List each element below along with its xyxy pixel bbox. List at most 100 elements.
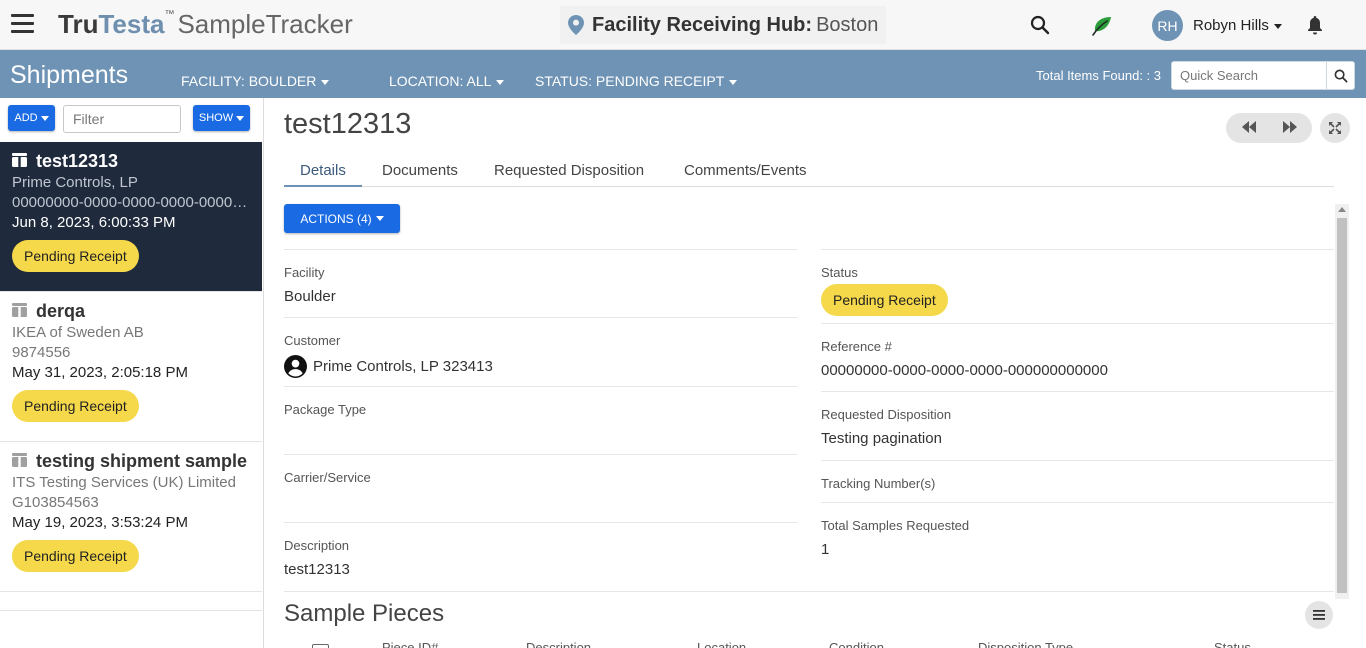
list-menu-icon: [1313, 610, 1325, 620]
list-item[interactable]: test12313 Prime Controls, LP 00000000-00…: [0, 142, 262, 292]
actions-button[interactable]: ACTIONS (4): [284, 204, 400, 233]
column-header-location[interactable]: Location: [697, 640, 746, 648]
location-filter-dropdown[interactable]: LOCATION: ALL: [389, 73, 505, 89]
shipment-date: Jun 8, 2023, 6:00:33 PM: [12, 214, 176, 231]
field-total-samples: Total Samples Requested 1: [821, 502, 1334, 590]
chevron-down-icon: [729, 79, 738, 85]
scroll-up-icon[interactable]: [1338, 207, 1346, 212]
shipment-date: May 19, 2023, 3:53:24 PM: [12, 514, 188, 531]
field-label: Carrier/Service: [284, 470, 371, 485]
top-bar: TruTesta™ SampleTracker Facility Receivin…: [0, 0, 1366, 50]
location-pin-icon: [568, 15, 584, 35]
shipment-title: test12313: [284, 108, 412, 140]
quick-search-button[interactable]: [1326, 61, 1355, 90]
column-header-status[interactable]: Status: [1214, 640, 1251, 648]
field-value: Boulder: [284, 288, 336, 305]
field-label: Reference #: [821, 339, 892, 354]
sample-pieces-menu-button[interactable]: [1305, 601, 1333, 629]
field-label: Tracking Number(s): [821, 476, 936, 491]
field-carrier-service: Carrier/Service: [284, 454, 797, 522]
fast-forward-icon[interactable]: [1282, 120, 1298, 134]
tab-comments-events[interactable]: Comments/Events: [684, 162, 807, 185]
facility-filter-dropdown[interactable]: FACILITY: BOULDER: [181, 73, 330, 89]
chevron-down-icon: [236, 115, 245, 121]
field-label: Customer: [284, 333, 341, 348]
bell-icon[interactable]: [1307, 15, 1323, 35]
package-icon: [12, 303, 27, 317]
leaf-icon[interactable]: [1091, 15, 1113, 37]
field-value: Prime Controls, LP 323413: [313, 358, 493, 375]
status-badge: Pending Receipt: [12, 240, 139, 272]
select-all-checkbox[interactable]: [312, 644, 329, 648]
tab-requested-disposition[interactable]: Requested Disposition: [494, 162, 644, 185]
add-button[interactable]: ADD: [8, 105, 55, 131]
field-tracking-numbers: Tracking Number(s): [821, 460, 1334, 502]
detail-scrollbar[interactable]: [1335, 204, 1349, 599]
field-description: Description test12313: [284, 522, 797, 590]
facility-filter-label: FACILITY: BOULDER: [181, 73, 317, 89]
user-menu[interactable]: Robyn Hills: [1193, 17, 1282, 34]
shipment-name: test12313: [36, 151, 119, 171]
rewind-icon[interactable]: [1241, 120, 1257, 134]
field-facility: Facility Boulder: [284, 249, 797, 317]
field-label: Facility: [284, 265, 325, 280]
menu-icon[interactable]: [11, 14, 34, 34]
tab-documents[interactable]: Documents: [382, 162, 458, 185]
logo-testa: Testa: [98, 9, 165, 39]
tab-details[interactable]: Details: [284, 162, 362, 187]
status-filter-dropdown[interactable]: STATUS: PENDING RECEIPT: [535, 73, 738, 89]
show-button[interactable]: SHOW: [193, 105, 250, 131]
field-label: Total Samples Requested: [821, 518, 970, 533]
chevron-down-icon: [1273, 23, 1282, 29]
field-customer: Customer Prime Controls, LP 323413: [284, 317, 797, 386]
status-badge: Pending Receipt: [12, 390, 139, 422]
actions-button-label: ACTIONS (4): [300, 211, 372, 226]
add-button-label: ADD: [14, 112, 38, 124]
field-label: Status: [821, 265, 858, 280]
logo-app-name: SampleTracker: [177, 9, 353, 39]
field-reference: Reference # 00000000-0000-0000-0000-0000…: [821, 323, 1334, 391]
field-label: Requested Disposition: [821, 407, 952, 422]
field-value: test12313: [284, 561, 350, 578]
search-icon[interactable]: [1030, 15, 1050, 35]
filter-input[interactable]: [63, 105, 181, 133]
quick-search-input[interactable]: [1171, 61, 1327, 90]
field-requested-disposition: Requested Disposition Testing pagination: [821, 391, 1334, 460]
shipment-date: May 31, 2023, 2:05:18 PM: [12, 364, 188, 381]
column-header-disposition-type[interactable]: Disposition Type: [978, 640, 1073, 648]
shipment-customer: IKEA of Sweden AB: [12, 324, 144, 341]
hub-label: Facility Receiving Hub:: [592, 13, 813, 36]
shipment-reference: 9874556: [12, 344, 71, 361]
page-title: Shipments: [10, 61, 129, 89]
column-header-description[interactable]: Description: [526, 640, 591, 648]
shipment-list-panel: ADD SHOW test12313 Prime Controls, LP 00…: [0, 98, 264, 648]
scrollbar-thumb[interactable]: [1337, 218, 1347, 593]
expand-button[interactable]: [1320, 113, 1350, 143]
app-logo[interactable]: TruTesta™ SampleTracker: [58, 9, 353, 40]
divider: [284, 591, 1334, 592]
status-filter-label: STATUS: PENDING RECEIPT: [535, 73, 725, 89]
column-header-condition[interactable]: Condition: [829, 640, 884, 648]
list-item[interactable]: derqa IKEA of Sweden AB 9874556 May 31, …: [0, 292, 262, 442]
chevron-down-icon: [496, 79, 505, 85]
list-divider: [0, 610, 262, 611]
expand-icon: [1329, 122, 1341, 134]
list-item[interactable]: testing shipment sample ITS Testing Serv…: [0, 442, 262, 592]
hub-city: Boston: [816, 13, 879, 36]
package-icon: [12, 153, 27, 167]
field-value: 00000000-0000-0000-0000-000000000000: [821, 362, 1108, 379]
field-package-type: Package Type: [284, 386, 797, 454]
column-header-piece-id[interactable]: Piece ID#: [382, 640, 438, 648]
total-items-count: Total Items Found: : 3: [1036, 68, 1162, 83]
avatar[interactable]: RH: [1152, 10, 1183, 41]
customer-link[interactable]: Prime Controls, LP 323413: [284, 355, 493, 378]
package-icon: [12, 453, 27, 467]
field-label: Package Type: [284, 402, 367, 417]
logo-trademark: ™: [164, 9, 175, 20]
location-filter-label: LOCATION: ALL: [389, 73, 492, 89]
field-value: 1: [821, 541, 830, 558]
facility-hub-selector[interactable]: Facility Receiving Hub: Boston: [560, 6, 887, 44]
user-name: Robyn Hills: [1193, 17, 1269, 34]
shipments-header: Shipments FACILITY: BOULDER LOCATION: AL…: [0, 50, 1366, 98]
logo-tru: Tru: [58, 9, 99, 39]
